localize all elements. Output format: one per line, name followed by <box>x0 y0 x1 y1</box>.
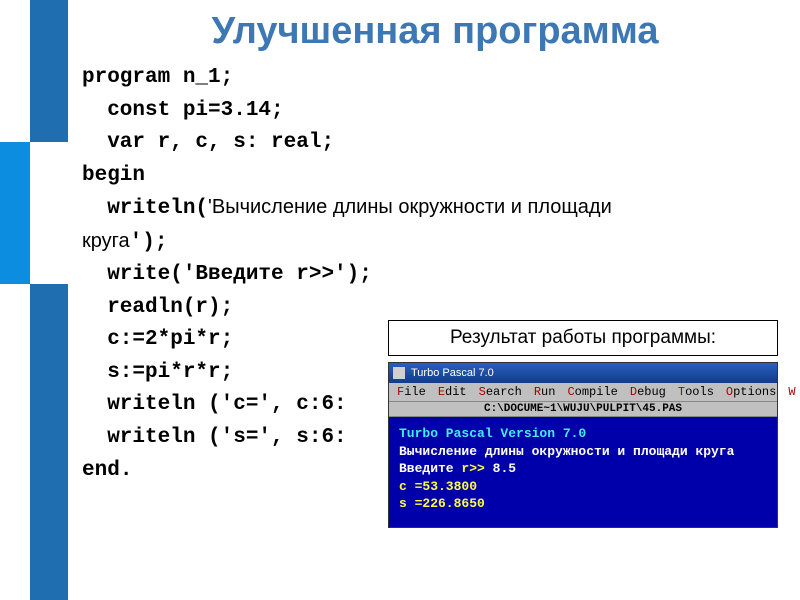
menu-bar: File Edit Search Run Compile Debug Tools… <box>389 383 777 402</box>
code-text: writeln( <box>82 197 208 220</box>
stripe-segment <box>0 142 30 284</box>
console-line: Вычисление длины окружности и площади кр… <box>399 443 767 461</box>
menu-item[interactable]: Debug <box>630 385 666 399</box>
code-text: n_1; <box>170 66 233 89</box>
menu-item[interactable]: Edit <box>438 385 467 399</box>
keyword: const <box>82 99 170 122</box>
console-output: Turbo Pascal Version 7.0 Вычисление длин… <box>389 417 777 527</box>
decorative-stripe <box>0 0 68 600</box>
console-line: s =226.8650 <box>399 495 767 513</box>
turbo-pascal-window: Turbo Pascal 7.0 File Edit Search Run Co… <box>388 362 778 528</box>
stripe-segment <box>30 0 68 142</box>
string-literal: круга <box>82 230 130 252</box>
code-text: write('Введите r>>'); <box>82 263 372 286</box>
code-text: pi=3.14; <box>170 99 283 122</box>
menu-item[interactable]: Compile <box>567 385 617 399</box>
keyword: begin <box>82 164 145 187</box>
keyword: end <box>82 459 120 482</box>
menu-item[interactable]: Options <box>726 385 776 399</box>
console-line: Turbo Pascal Version 7.0 <box>399 426 586 441</box>
code-text: . <box>120 459 133 482</box>
result-caption: Результат работы программы: <box>388 320 778 356</box>
menu-item[interactable]: Run <box>534 385 556 399</box>
slide-title: Улучшенная программа <box>80 10 790 53</box>
string-literal: 'Вычисление длины окружности и площади <box>208 196 612 218</box>
menu-item[interactable]: W <box>788 385 795 399</box>
console-prompt: Введите <box>399 461 461 476</box>
code-text: writeln ('s=', s:6: <box>82 426 347 449</box>
window-icon <box>393 367 405 379</box>
console-prompt: r>> <box>461 461 492 476</box>
code-text: '); <box>130 231 168 254</box>
keyword: program <box>82 66 170 89</box>
menu-item[interactable]: Search <box>479 385 522 399</box>
titlebar: Turbo Pascal 7.0 <box>389 363 777 383</box>
console-line: c =53.3800 <box>399 478 767 496</box>
code-text: r, c, s: real; <box>145 131 334 154</box>
console-input-value: 8.5 <box>493 461 516 476</box>
menu-item[interactable]: Tools <box>678 385 714 399</box>
menu-item[interactable]: File <box>397 385 426 399</box>
code-text: readln(r); <box>82 296 233 319</box>
window-title: Turbo Pascal 7.0 <box>411 367 494 379</box>
file-path-bar: C:\DOCUME~1\WUJU\PULPIT\45.PAS <box>389 402 777 417</box>
code-text: s:=pi*r*r; <box>82 361 233 384</box>
keyword: var <box>82 131 145 154</box>
code-text: writeln ('c=', c:6: <box>82 393 347 416</box>
code-text: c:=2*pi*r; <box>82 328 233 351</box>
stripe-segment <box>30 284 68 600</box>
